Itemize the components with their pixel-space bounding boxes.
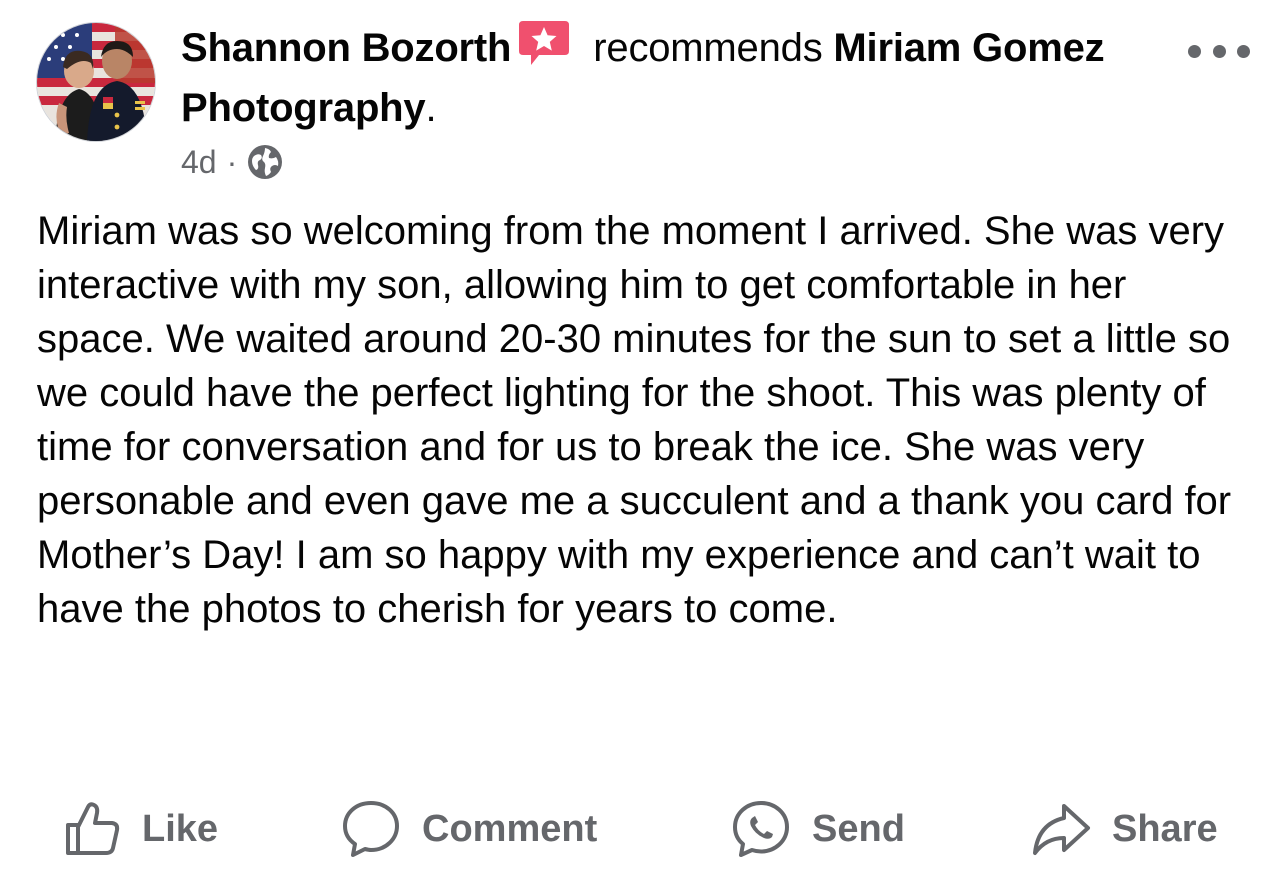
- post-meta: 4d ·: [181, 140, 283, 184]
- globe-icon: [248, 145, 283, 179]
- ellipsis-icon: [1237, 44, 1250, 58]
- author-name[interactable]: Shannon Bozorth: [181, 26, 511, 70]
- send-label: Send: [812, 807, 905, 850]
- like-button[interactable]: Like: [62, 796, 218, 862]
- like-label: Like: [142, 807, 219, 850]
- share-button[interactable]: Share: [1030, 796, 1218, 862]
- meta-separator: ·: [226, 143, 238, 180]
- messenger-icon: [733, 801, 789, 857]
- avatar-photo: [37, 23, 155, 141]
- share-label: Share: [1112, 807, 1218, 850]
- thumbs-up-icon: [66, 802, 120, 855]
- page-name-suffix: .: [425, 86, 437, 130]
- recommends-verb: recommends: [593, 26, 823, 70]
- comment-button[interactable]: Comment: [340, 796, 597, 862]
- post-actions-bar: Like Comment Send Share: [0, 796, 1284, 862]
- post-text: Miriam was so welcoming from the moment …: [37, 209, 1232, 631]
- more-options-button[interactable]: [1188, 36, 1250, 66]
- timestamp[interactable]: 4d: [181, 144, 217, 181]
- ellipsis-icon: [1188, 44, 1201, 58]
- comment-icon: [343, 801, 399, 857]
- share-arrow-icon: [1033, 804, 1090, 855]
- comment-label: Comment: [422, 807, 598, 850]
- ellipsis-icon: [1212, 44, 1226, 58]
- post-header: Shannon Bozorth recommends Miriam Gomez …: [181, 18, 1141, 138]
- avatar[interactable]: [36, 22, 156, 142]
- send-button[interactable]: Send: [730, 796, 905, 862]
- recommend-star-icon: [517, 19, 571, 67]
